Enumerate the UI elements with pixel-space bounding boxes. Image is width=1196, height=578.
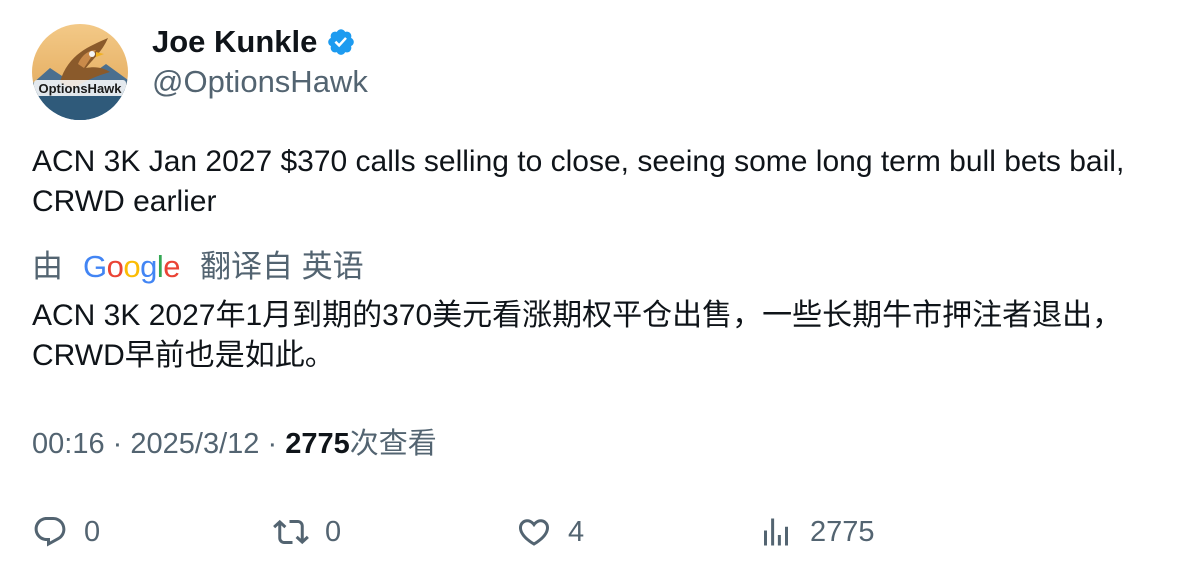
heart-icon	[518, 519, 550, 546]
translation-prefix: 由	[32, 249, 63, 284]
views-count: 2775	[285, 428, 350, 460]
reply-button[interactable]: 0	[32, 512, 100, 552]
analytics-icon	[764, 518, 788, 546]
tweet-meta: 00:16 · 2025/3/12 · 2775次查看	[32, 424, 437, 464]
translation-source[interactable]: 由 Google 翻译自 英语	[32, 247, 364, 287]
verified-badge-icon[interactable]	[326, 27, 356, 57]
meta-separator: ·	[112, 428, 123, 460]
views-label: 次查看	[349, 428, 437, 460]
translation-suffix: 翻译自 英语	[200, 249, 364, 284]
like-button[interactable]: 4	[516, 512, 584, 552]
author-display-name-text[interactable]: Joe Kunkle	[152, 24, 317, 60]
translated-text: ACN 3K 2027年1月到期的370美元看涨期权平仓出售，一些长期牛市押注者…	[32, 299, 1123, 372]
author-display-name[interactable]: Joe Kunkle	[152, 24, 356, 60]
author-handle[interactable]: @OptionsHawk	[152, 64, 368, 100]
reply-icon	[34, 517, 66, 547]
retweet-icon	[273, 519, 309, 545]
meta-separator: ·	[267, 428, 278, 460]
like-count: 4	[568, 515, 585, 548]
reply-count: 0	[84, 515, 101, 548]
avatar-image: OptionsHawk	[32, 24, 128, 120]
tweet-date[interactable]: 2025/3/12	[130, 428, 259, 460]
tweet-time[interactable]: 00:16	[32, 428, 105, 460]
views-action-count: 2775	[810, 515, 875, 548]
views-button[interactable]: 2775	[758, 512, 875, 552]
google-logo: Google	[83, 249, 181, 284]
retweet-button[interactable]: 0	[273, 512, 341, 552]
tweet-card: OptionsHawk Joe Kunkle @OptionsHawk ACN …	[0, 0, 1196, 578]
tweet-text: ACN 3K Jan 2027 $370 calls selling to cl…	[32, 145, 1125, 218]
retweet-count: 0	[325, 515, 342, 548]
avatar[interactable]: OptionsHawk	[32, 24, 128, 120]
avatar-logo-text: OptionsHawk	[38, 81, 122, 96]
